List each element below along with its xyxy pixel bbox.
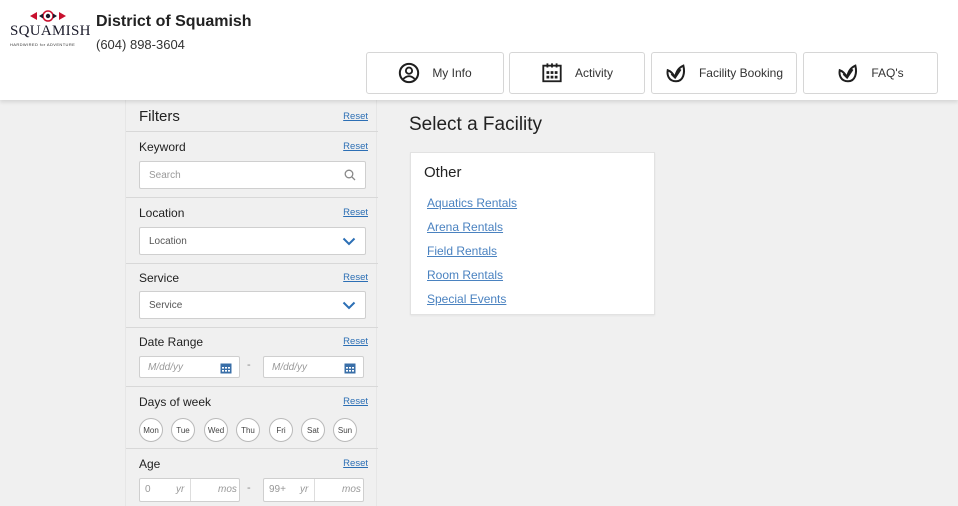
my-info-button[interactable]: My Info <box>366 52 504 94</box>
facility-link-field-rentals[interactable]: Field Rentals <box>427 244 497 258</box>
min-age-divider <box>190 479 191 501</box>
facility-booking-label: Facility Booking <box>698 66 784 80</box>
max-age-years-value: 99+ <box>269 484 286 495</box>
day-toggle-mon[interactable]: Mon <box>139 418 163 442</box>
chevron-down-icon <box>342 237 356 246</box>
end-date-input[interactable]: M/dd/yy <box>263 356 364 378</box>
max-age-year-unit: yr <box>300 484 309 495</box>
min-age-input[interactable]: 0 yr mos <box>139 478 240 502</box>
max-age-month-unit: mos <box>342 484 361 495</box>
min-age-year-unit: yr <box>176 484 185 495</box>
squamish-logo[interactable]: SQUAMISH HARDWIRED for ADVENTURE <box>6 10 90 50</box>
start-date-placeholder: M/dd/yy <box>148 361 184 373</box>
age-separator: - <box>247 482 251 494</box>
start-date-input[interactable]: M/dd/yy <box>139 356 240 378</box>
user-circle-icon <box>399 62 420 84</box>
facility-link-aquatics-rentals[interactable]: Aquatics Rentals <box>427 196 517 210</box>
facility-link-arena-rentals[interactable]: Arena Rentals <box>427 220 503 234</box>
days-of-week-reset-link[interactable]: Reset <box>343 396 368 407</box>
day-toggle-fri[interactable]: Fri <box>269 418 293 442</box>
calendar-icon[interactable] <box>344 362 356 374</box>
location-reset-link[interactable]: Reset <box>343 207 368 218</box>
day-toggle-wed[interactable]: Wed <box>204 418 228 442</box>
chevron-down-icon <box>342 301 356 310</box>
logo-wordmark: SQUAMISH <box>10 23 91 39</box>
facility-link-special-events[interactable]: Special Events <box>427 292 506 306</box>
max-age-divider <box>314 479 315 501</box>
card-title: Other <box>424 164 462 181</box>
my-info-label: My Info <box>432 66 472 80</box>
age-reset-link[interactable]: Reset <box>343 458 368 469</box>
service-label: Service <box>139 271 180 285</box>
activity-button[interactable]: Activity <box>509 52 645 94</box>
keyword-filter: Keyword Reset Search <box>126 132 378 198</box>
days-of-week-label: Days of week <box>139 395 212 409</box>
leaf-check-icon <box>666 64 685 83</box>
facility-booking-button[interactable]: Facility Booking <box>651 52 797 94</box>
service-filter: Service Reset Service <box>126 264 378 328</box>
facility-link-room-rentals[interactable]: Room Rentals <box>427 268 503 282</box>
date-range-reset-link[interactable]: Reset <box>343 336 368 347</box>
page-title: Select a Facility <box>409 114 543 135</box>
date-range-label: Date Range <box>139 335 204 349</box>
day-toggle-sat[interactable]: Sat <box>301 418 325 442</box>
day-toggle-thu[interactable]: Thu <box>236 418 260 442</box>
day-toggle-tue[interactable]: Tue <box>171 418 195 442</box>
faqs-label: FAQ's <box>871 66 904 80</box>
date-separator: - <box>247 359 251 371</box>
service-select[interactable]: Service <box>139 291 366 319</box>
site-header: SQUAMISH HARDWIRED for ADVENTURE Distric… <box>0 0 958 100</box>
activity-label: Activity <box>574 66 613 80</box>
keyword-search-input[interactable]: Search <box>139 161 366 189</box>
location-select[interactable]: Location <box>139 227 366 255</box>
service-select-value: Service <box>149 299 183 311</box>
day-toggle-sun[interactable]: Sun <box>333 418 357 442</box>
faqs-button[interactable]: FAQ's <box>803 52 938 94</box>
service-reset-link[interactable]: Reset <box>343 272 368 283</box>
search-icon <box>344 169 356 181</box>
filters-sidebar: Filters Reset Keyword Reset Search Locat… <box>125 100 378 506</box>
logo-mark-icon <box>30 10 66 22</box>
keyword-label: Keyword <box>139 140 186 154</box>
location-filter: Location Reset Location <box>126 198 378 264</box>
logo-tagline: HARDWIRED for ADVENTURE <box>10 42 76 47</box>
calendar-icon <box>542 63 562 83</box>
filters-header: Filters Reset <box>126 100 378 132</box>
organization-name: District of Squamish <box>96 13 252 30</box>
location-select-value: Location <box>149 235 187 247</box>
filters-reset-link[interactable]: Reset <box>343 111 368 122</box>
filters-title: Filters <box>139 108 180 125</box>
min-age-years-value: 0 <box>145 484 151 495</box>
facility-category-card: Other Aquatics Rentals Arena Rentals Fie… <box>410 152 655 315</box>
max-age-input[interactable]: 99+ yr mos <box>263 478 364 502</box>
min-age-month-unit: mos <box>218 484 237 495</box>
location-label: Location <box>139 206 185 220</box>
keyword-reset-link[interactable]: Reset <box>343 141 368 152</box>
age-label: Age <box>139 457 161 471</box>
end-date-placeholder: M/dd/yy <box>272 361 308 373</box>
search-placeholder: Search <box>149 169 181 181</box>
calendar-icon[interactable] <box>220 362 232 374</box>
organization-phone: (604) 898-3604 <box>96 37 185 52</box>
leaf-check-icon <box>838 64 858 83</box>
